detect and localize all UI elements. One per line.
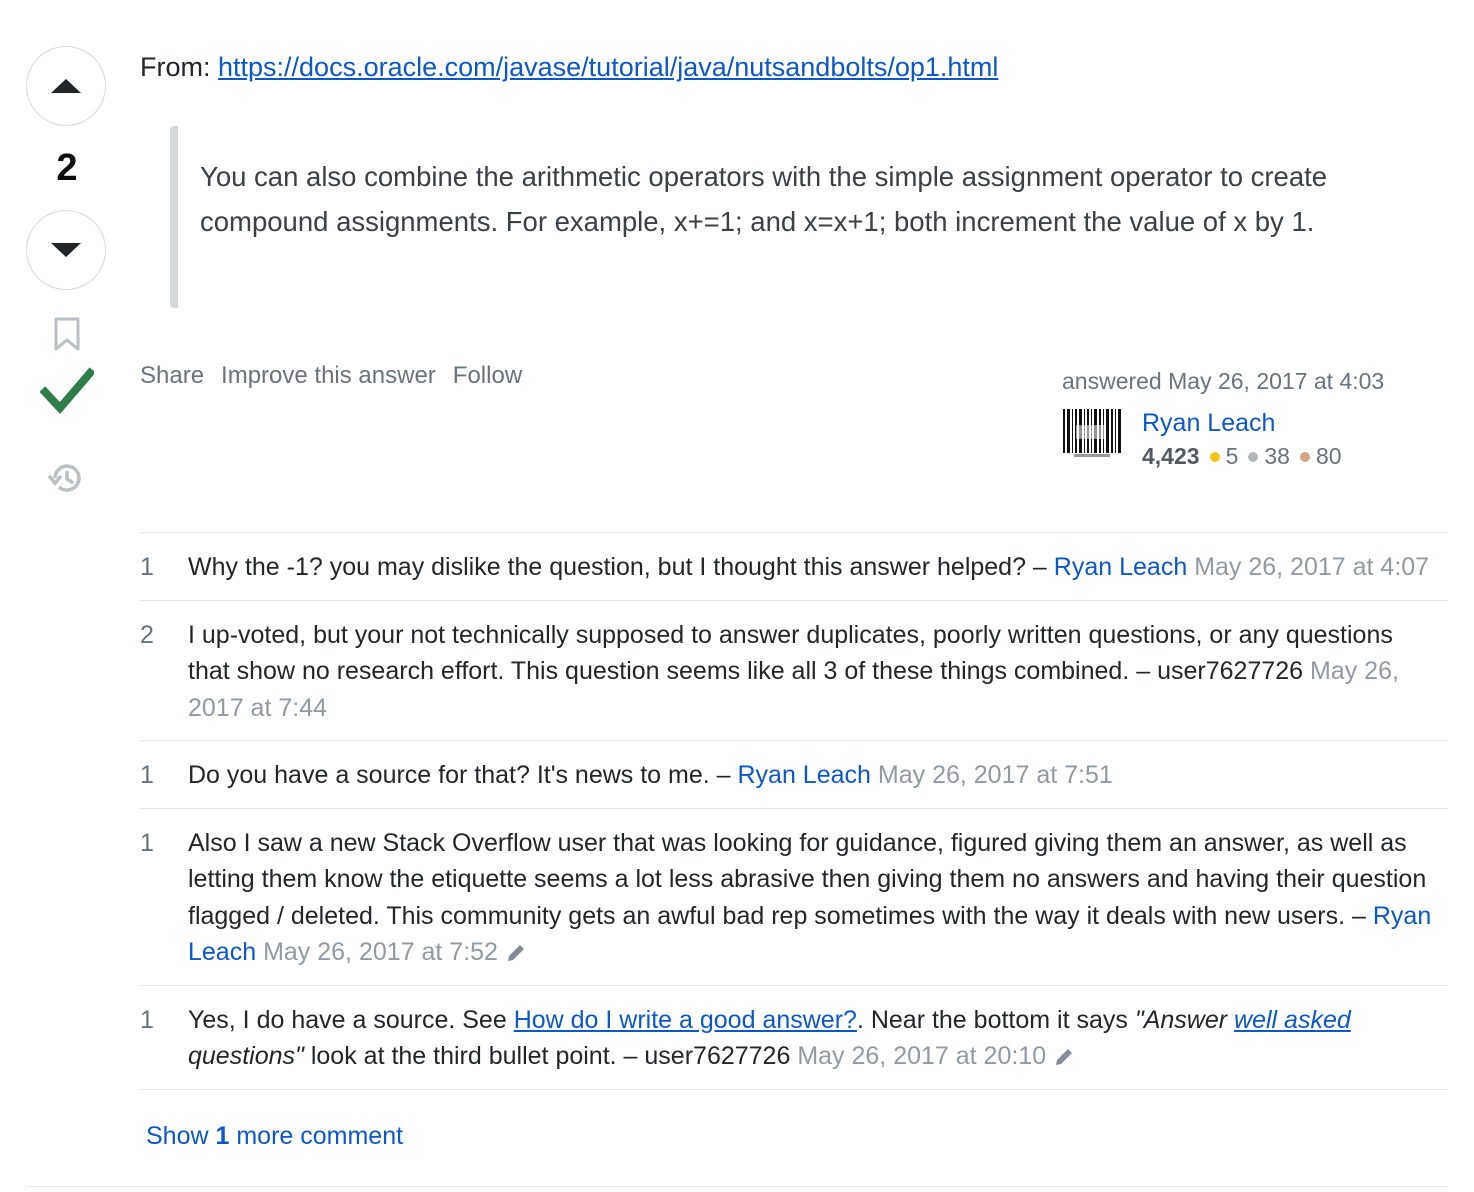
bookmark-icon[interactable] (52, 316, 82, 352)
show-more-count: 1 (215, 1122, 230, 1150)
comment-text: look at the third bullet point. – (303, 1042, 645, 1070)
from-label: From: (140, 52, 218, 82)
downvote-button[interactable] (26, 210, 106, 290)
quote-text: You can also combine the arithmetic oper… (200, 161, 1328, 237)
source-link[interactable]: https://docs.oracle.com/javase/tutorial/… (218, 52, 998, 82)
silver-badges: 38 (1248, 443, 1290, 470)
comment-body: Yes, I do have a source. See How do I wr… (188, 1002, 1448, 1075)
comment-score: 1 (140, 828, 154, 857)
bronze-badge-count: 80 (1315, 443, 1342, 469)
bronze-badges: 80 (1299, 443, 1342, 470)
blockquote: You can also combine the arithmetic oper… (170, 126, 1400, 308)
answered-timestamp: answered May 26, 2017 at 4:03 (1062, 368, 1385, 394)
comment: 1 Also I saw a new Stack Overflow user t… (140, 809, 1448, 986)
comment-quote: "Answer (1134, 1005, 1235, 1034)
gold-badge-count: 5 (1225, 443, 1239, 469)
comment-score: 1 (140, 761, 154, 789)
comment: 2 I up-voted, but your not technically s… (140, 601, 1448, 741)
accepted-checkmark-icon (40, 367, 94, 414)
share-link[interactable]: Share (140, 362, 204, 390)
silver-badge-icon (1248, 451, 1259, 462)
arrow-down-icon (51, 243, 81, 257)
upvote-button[interactable] (26, 46, 106, 126)
edit-pencil-icon (1056, 1049, 1073, 1066)
comment-text: Yes, I do have a source. See (188, 1005, 514, 1034)
user-avatar[interactable] (1062, 407, 1122, 459)
user-reputation: 4,423 5 38 80 (1142, 443, 1352, 470)
good-answer-link[interactable]: How do I write a good answer? (514, 1006, 857, 1034)
comment-user-link[interactable]: user7627726 (644, 1042, 790, 1070)
history-icon[interactable] (46, 458, 86, 498)
comment-body: Do you have a source for that? It's news… (188, 757, 1448, 794)
comment-text: Why the -1? you may dislike the question… (188, 553, 1054, 581)
comment-user-link[interactable]: Ryan Leach (738, 761, 871, 789)
comment-date[interactable]: May 26, 2017 at 4:07 (1194, 553, 1429, 581)
post-menu: Share Improve this answer Follow (140, 362, 522, 390)
comment: 1 Why the -1? you may dislike the questi… (140, 533, 1448, 601)
show-more-prefix: Show (146, 1122, 216, 1150)
gold-badges: 5 (1209, 443, 1239, 470)
silver-badge-count: 38 (1264, 443, 1290, 469)
comments-list: 1 Why the -1? you may dislike the questi… (140, 532, 1448, 1090)
comment-date[interactable]: May 26, 2017 at 7:51 (878, 761, 1113, 789)
improve-answer-link[interactable]: Improve this answer (221, 362, 436, 390)
vote-count: 2 (56, 147, 78, 189)
gold-badge-icon (1209, 451, 1220, 462)
answer-source-line: From: https://docs.oracle.com/javase/tut… (140, 52, 998, 83)
vote-column: 2 (26, 46, 108, 290)
comment-text: . Near the bottom it says (856, 1005, 1135, 1034)
comment-text: Do you have a source for that? It's news… (188, 761, 738, 789)
comment-body: Why the -1? you may dislike the question… (188, 549, 1448, 586)
comment-user-link[interactable]: Ryan Leach (1054, 553, 1187, 581)
comment-body: I up-voted, but your not technically sup… (188, 617, 1448, 727)
edit-pencil-icon (507, 945, 524, 962)
follow-link[interactable]: Follow (453, 362, 522, 390)
comment-date[interactable]: May 26, 2017 at 20:10 (797, 1042, 1046, 1070)
comment-score: 1 (140, 553, 154, 581)
user-signature: answered May 26, 2017 at 4:03 Ryan Leach… (1062, 368, 1442, 470)
comment-quote: questions" (188, 1042, 304, 1070)
show-more-suffix: more comment (229, 1122, 404, 1150)
comment-text: Also I saw a new Stack Overflow user tha… (188, 828, 1427, 930)
comment-user-link[interactable]: user7627726 (1157, 657, 1303, 685)
comment-score: 2 (140, 620, 154, 649)
user-name-link[interactable]: Ryan Leach (1142, 407, 1352, 439)
comment-date[interactable]: May 26, 2017 at 7:52 (263, 938, 498, 966)
comment-body: Also I saw a new Stack Overflow user tha… (188, 825, 1448, 971)
comment: 1 Do you have a source for that? It's ne… (140, 741, 1448, 809)
divider (26, 1186, 1448, 1187)
comment-score: 1 (140, 1005, 154, 1034)
comment: 1 Yes, I do have a source. See How do I … (140, 986, 1448, 1090)
reputation-score: 4,423 (1142, 443, 1200, 469)
bronze-badge-icon (1299, 451, 1310, 462)
show-more-comments-link[interactable]: Show 1 more comment (146, 1122, 403, 1151)
arrow-up-icon (51, 79, 81, 93)
well-asked-link[interactable]: well asked (1234, 1006, 1351, 1034)
